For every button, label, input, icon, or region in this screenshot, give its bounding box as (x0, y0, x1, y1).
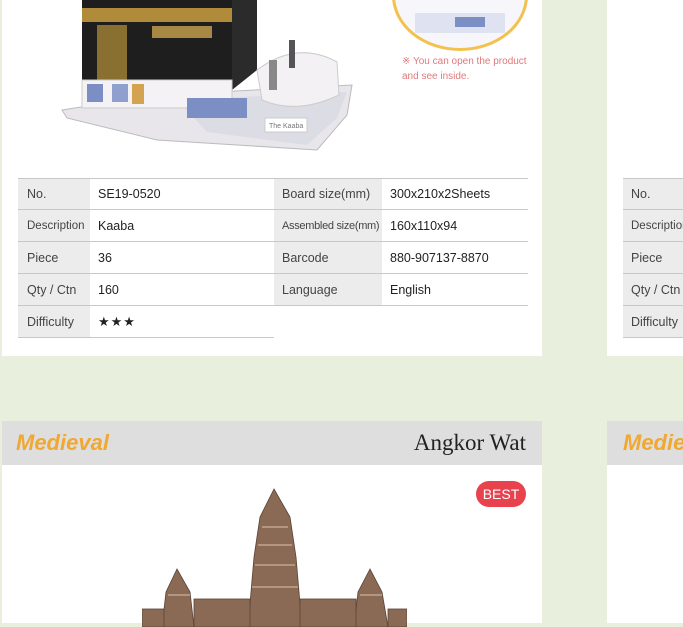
spec-row: Difficulty ★★★ (18, 306, 528, 338)
spec-row: No. SE19-0520 Board size(mm) 300x210x2Sh… (18, 178, 528, 210)
best-badge: BEST (476, 481, 526, 507)
spec-value-board-size: 300x210x2Sheets (382, 178, 528, 210)
spec-label-qty-ctn: Qty / Ctn (18, 274, 90, 306)
spec-empty-cell (274, 306, 528, 338)
product-card-partial: No. Description Piece Qty / Ctn Difficul… (607, 0, 683, 356)
spec-table: No. SE19-0520 Board size(mm) 300x210x2Sh… (18, 178, 528, 338)
product-card-angkor-wat: Medieval Angkor Wat BEST (2, 421, 542, 627)
spec-value-no: SE19-0520 (90, 178, 274, 210)
spec-table-partial: No. Description Piece Qty / Ctn Difficul… (623, 178, 683, 338)
spec-value-piece: 36 (90, 242, 274, 274)
spec-label-language: Language (274, 274, 382, 306)
spec-value-qty-ctn: 160 (90, 274, 274, 306)
spec-label-description: Description (18, 210, 90, 242)
spec-value-assembled-size: 160x110x94 (382, 210, 528, 242)
angkor-wat-product-image (142, 488, 407, 627)
product-card-kaaba: The Kaaba ※ You can open the product and… (2, 0, 542, 356)
spec-label-description: Description (623, 210, 683, 242)
spec-label-board-size: Board size(mm) (274, 178, 382, 210)
spec-label-piece: Piece (18, 242, 90, 274)
spec-label-no: No. (623, 178, 683, 210)
spec-value-barcode: 880-907137-8870 (382, 242, 528, 274)
spec-label-difficulty: Difficulty (623, 306, 683, 338)
spec-value-difficulty: ★★★ (90, 306, 274, 338)
inset-detail-image (392, 0, 528, 51)
spec-value-description: Kaaba (90, 210, 274, 242)
spec-label-barcode: Barcode (274, 242, 382, 274)
category-label: Medieval (623, 430, 683, 455)
spec-label-assembled-size: Assembled size(mm) (274, 210, 382, 242)
kaaba-product-image: The Kaaba (61, 0, 353, 151)
spec-row: Piece 36 Barcode 880-907137-8870 (18, 242, 528, 274)
spec-label-no: No. (18, 178, 90, 210)
inset-note: ※ You can open the product and see insid… (402, 56, 527, 82)
image-caption: The Kaaba (269, 123, 303, 130)
product-header: Medieval Angkor Wat (2, 421, 542, 465)
spec-value-language: English (382, 274, 528, 306)
product-title: Angkor Wat (413, 430, 526, 455)
product-header: Medieval (607, 421, 683, 465)
category-label: Medieval (16, 430, 109, 455)
spec-label-difficulty: Difficulty (18, 306, 90, 338)
spec-row: Description Kaaba Assembled size(mm) 160… (18, 210, 528, 242)
product-card-partial: Medieval (607, 421, 683, 623)
spec-row: Qty / Ctn 160 Language English (18, 274, 528, 306)
spec-label-piece: Piece (623, 242, 683, 274)
spec-label-qty-ctn: Qty / Ctn (623, 274, 683, 306)
